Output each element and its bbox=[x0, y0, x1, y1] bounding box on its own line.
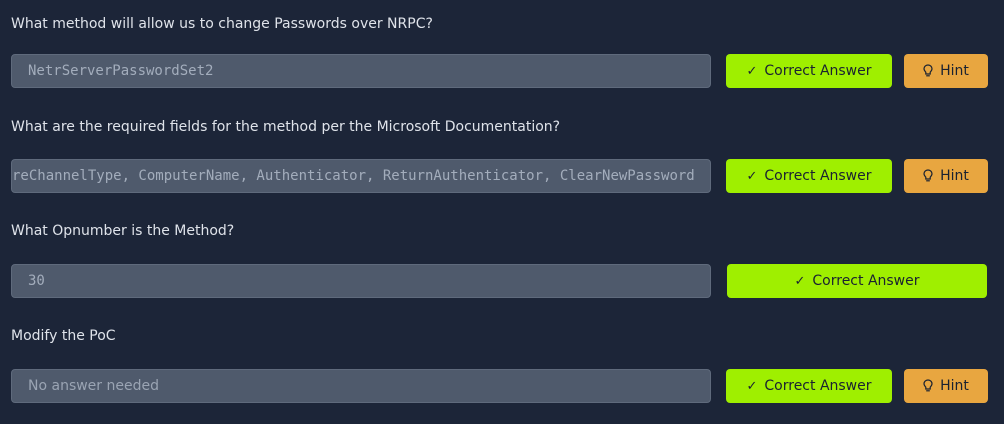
correct-answer-button[interactable]: ✓ Correct Answer bbox=[726, 369, 892, 403]
check-icon: ✓ bbox=[746, 63, 758, 79]
check-icon: ✓ bbox=[794, 273, 806, 289]
correct-answer-label: Correct Answer bbox=[764, 378, 872, 394]
answer-input[interactable]: NetrServerPasswordSet2 bbox=[11, 54, 711, 88]
check-icon: ✓ bbox=[746, 378, 758, 394]
correct-answer-button[interactable]: ✓ Correct Answer bbox=[726, 54, 892, 88]
correct-answer-label: Correct Answer bbox=[764, 168, 872, 184]
correct-answer-button[interactable]: ✓ Correct Answer bbox=[727, 264, 987, 298]
lightbulb-icon bbox=[923, 169, 933, 183]
question-text: Modify the PoC bbox=[11, 328, 116, 344]
answer-input[interactable]: 30 bbox=[11, 264, 711, 298]
correct-answer-label: Correct Answer bbox=[812, 273, 920, 289]
hint-label: Hint bbox=[940, 63, 969, 79]
correct-answer-label: Correct Answer bbox=[764, 63, 872, 79]
answer-input[interactable]: reChannelType, ComputerName, Authenticat… bbox=[11, 159, 711, 193]
hint-label: Hint bbox=[940, 168, 969, 184]
hint-button[interactable]: Hint bbox=[904, 369, 988, 403]
answer-value: reChannelType, ComputerName, Authenticat… bbox=[12, 168, 695, 184]
question-text: What method will allow us to change Pass… bbox=[11, 16, 433, 32]
answer-input[interactable]: No answer needed bbox=[11, 369, 711, 403]
question-text: What are the required fields for the met… bbox=[11, 119, 561, 135]
hint-button[interactable]: Hint bbox=[904, 159, 988, 193]
hint-label: Hint bbox=[940, 378, 969, 394]
lightbulb-icon bbox=[923, 379, 933, 393]
hint-button[interactable]: Hint bbox=[904, 54, 988, 88]
check-icon: ✓ bbox=[746, 168, 758, 184]
correct-answer-button[interactable]: ✓ Correct Answer bbox=[726, 159, 892, 193]
question-text: What Opnumber is the Method? bbox=[11, 223, 235, 239]
lightbulb-icon bbox=[923, 64, 933, 78]
